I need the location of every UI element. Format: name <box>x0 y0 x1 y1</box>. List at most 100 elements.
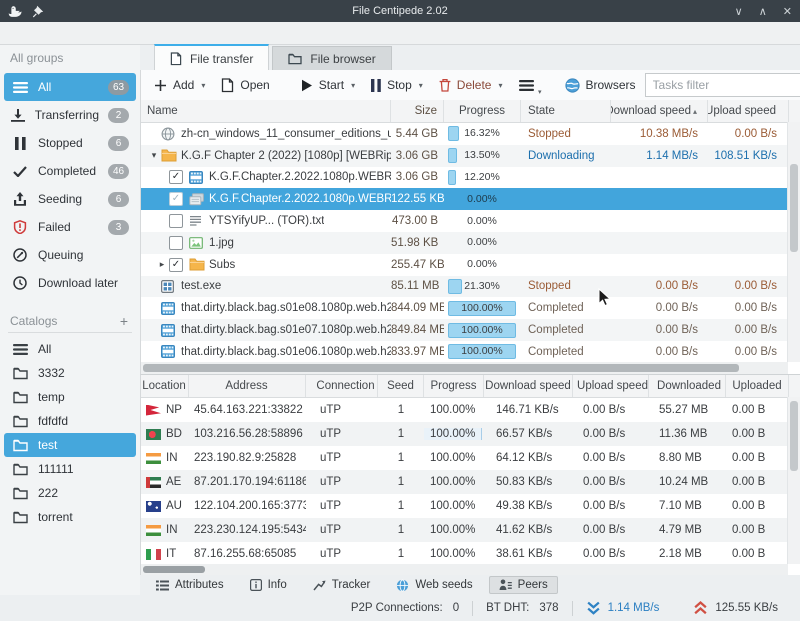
peer-row[interactable]: AE 87.201.170.194:61186 uTP 1 100.00% 50… <box>141 470 800 494</box>
column-header-download-speed[interactable]: Download speed ▴ <box>611 100 708 122</box>
catalog-item-111111[interactable]: 111111 <box>4 457 136 481</box>
catalog-item-torrent[interactable]: torrent <box>4 505 136 529</box>
menu-item-file[interactable] <box>8 31 26 35</box>
task-row[interactable]: 1.jpg 51.98 KB 0.00% <box>141 232 800 254</box>
column-header-size[interactable]: Size <box>391 100 444 122</box>
scrollbar-thumb[interactable] <box>790 401 798 471</box>
task-row[interactable]: zh-cn_windows_11_consumer_editions_upd··… <box>141 123 800 145</box>
column-header-upload-speed[interactable]: Upload speed <box>573 375 649 397</box>
expander-icon[interactable]: ▾ <box>147 150 161 161</box>
peer-connection: uTP <box>306 428 378 440</box>
peer-uploaded: 0.00 B <box>726 476 789 488</box>
column-header-address[interactable]: Address <box>189 375 306 397</box>
task-download-speed: 0.00 B/s <box>611 346 708 358</box>
column-header-download-speed[interactable]: Download speed ▴ <box>484 375 573 397</box>
sidebar-item-transferring[interactable]: Transferring 2 <box>4 101 136 129</box>
task-row[interactable]: that.dirty.black.bag.s01e08.1080p.web.h2… <box>141 297 800 319</box>
column-header-downloaded[interactable]: Downloaded <box>649 375 726 397</box>
task-row[interactable]: test.exe 85.11 MB 21.30% Stopped 0.00 B/… <box>141 276 800 298</box>
checkbox[interactable]: ✓ <box>169 192 183 206</box>
maximize-button[interactable]: ∧ <box>759 5 767 18</box>
peer-row[interactable]: NP 45.64.163.221:33822 uTP 1 100.00% 146… <box>141 398 800 422</box>
more-menu-button[interactable]: ▾ <box>512 76 542 95</box>
pin-icon[interactable] <box>33 5 44 18</box>
window-title: File Centipede 2.02 <box>0 5 800 17</box>
bottom-tab-attributes[interactable]: Attributes <box>146 576 234 594</box>
progress-bar: 16.32% <box>448 126 516 141</box>
scrollbar-thumb[interactable] <box>143 566 205 573</box>
task-row[interactable]: ▸ ✓ Subs 255.47 KB 0.00% <box>141 254 800 276</box>
column-header-progress[interactable]: Progress <box>444 100 521 122</box>
progress-bar: 0.00% <box>448 192 516 207</box>
column-header-uploaded[interactable]: Uploaded <box>726 375 789 397</box>
add-button[interactable]: Add ▾ <box>147 75 212 95</box>
peer-row[interactable]: AU 122.104.200.165:37738 uTP 1 100.00% 4… <box>141 494 800 518</box>
menu-item-view[interactable] <box>26 31 44 35</box>
column-header-upload-speed[interactable]: Upload speed <box>708 100 789 122</box>
task-row[interactable]: ✓ K.G.F.Chapter.2.2022.1080p.WEBRip.x···… <box>141 188 800 210</box>
catalog-item-temp[interactable]: temp <box>4 385 136 409</box>
sidebar-item-all[interactable]: All 63 <box>4 73 136 101</box>
peer-row[interactable]: IT 87.16.255.68:65085 uTP 1 100.00% 38.6… <box>141 542 800 566</box>
catalog-item-test[interactable]: test <box>4 433 136 457</box>
menu-item-tools[interactable] <box>44 31 62 35</box>
sidebar-item-download-later[interactable]: Download later <box>4 269 136 297</box>
menu-item-help[interactable] <box>80 31 98 35</box>
browsers-button[interactable]: Browsers <box>558 75 643 96</box>
chevron-down-icon: ▾ <box>201 81 205 90</box>
peer-row[interactable]: IN 223.230.124.195:54348 uTP 1 100.00% 4… <box>141 518 800 542</box>
column-header-progress[interactable]: Progress <box>424 375 484 397</box>
exe-icon <box>161 280 181 293</box>
delete-button[interactable]: Delete ▾ <box>432 75 510 95</box>
checkbox[interactable]: ✓ <box>169 170 183 184</box>
bottom-tab-peers[interactable]: Peers <box>489 576 558 594</box>
task-row[interactable]: ▾ K.G.F Chapter 2 (2022) [1080p] [WEBRip… <box>141 145 800 167</box>
minimize-button[interactable]: ∨ <box>735 5 743 18</box>
catalog-item-all[interactable]: All <box>4 337 136 361</box>
bottom-tab-web-seeds[interactable]: Web seeds <box>386 576 482 595</box>
sidebar-item-completed[interactable]: Completed 46 <box>4 157 136 185</box>
column-header-seed[interactable]: Seed <box>378 375 424 397</box>
column-header-state[interactable]: State <box>521 100 611 122</box>
task-row[interactable]: ✓ K.G.F.Chapter.2.2022.1080p.WEBRip.x···… <box>141 167 800 189</box>
add-catalog-button[interactable]: + <box>120 313 128 329</box>
checkbox[interactable] <box>169 236 183 250</box>
tab-file-browser[interactable]: File browser <box>272 46 391 70</box>
task-row[interactable]: that.dirty.black.bag.s01e07.1080p.web.h2… <box>141 319 800 341</box>
checkbox[interactable]: ✓ <box>169 258 183 272</box>
bottom-tab-info[interactable]: Info <box>240 576 297 594</box>
task-size: 3.06 GB <box>391 150 444 162</box>
peers-horizontal-scrollbar[interactable] <box>141 564 788 575</box>
tasks-horizontal-scrollbar[interactable] <box>141 362 788 374</box>
checkbox[interactable] <box>169 214 183 228</box>
menu-item-settings[interactable] <box>62 31 80 35</box>
sidebar-item-stopped[interactable]: Stopped 6 <box>4 129 136 157</box>
catalog-item-222[interactable]: 222 <box>4 481 136 505</box>
scrollbar-thumb[interactable] <box>143 364 739 372</box>
peer-upload-speed: 0.00 B/s <box>573 404 649 416</box>
tasks-filter-input[interactable] <box>646 74 800 96</box>
tasks-vertical-scrollbar[interactable] <box>787 122 800 362</box>
bottom-tab-tracker[interactable]: Tracker <box>303 576 381 594</box>
sidebar-item-queuing[interactable]: Queuing <box>4 241 136 269</box>
stop-button[interactable]: Stop ▾ <box>364 75 430 95</box>
open-button[interactable]: Open <box>214 75 276 96</box>
peers-vertical-scrollbar[interactable] <box>787 397 800 564</box>
start-button[interactable]: Start ▾ <box>293 75 362 95</box>
scrollbar-thumb[interactable] <box>790 164 798 252</box>
column-header-location[interactable]: Location <box>141 375 189 397</box>
peer-row[interactable]: BD 103.216.56.28:58896 uTP 1 100.00% 66.… <box>141 422 800 446</box>
catalog-item-fdfdfd[interactable]: fdfdfd <box>4 409 136 433</box>
sidebar-item-failed[interactable]: Failed 3 <box>4 213 136 241</box>
column-header-name[interactable]: Name <box>141 100 391 122</box>
close-button[interactable]: ✕ <box>783 5 792 18</box>
catalog-item-3332[interactable]: 3332 <box>4 361 136 385</box>
task-row[interactable]: that.dirty.black.bag.s01e06.1080p.web.h2… <box>141 341 800 363</box>
peer-row[interactable]: IN 223.190.82.9:25828 uTP 1 100.00% 64.1… <box>141 446 800 470</box>
column-header-connection[interactable]: Connection <box>306 375 378 397</box>
sidebar-item-seeding[interactable]: Seeding 6 <box>4 185 136 213</box>
task-row[interactable]: YTSYifyUP... (TOR).txt 473.00 B 0.00% <box>141 210 800 232</box>
task-upload-speed: 0.00 B/s <box>708 128 789 140</box>
tab-file-transfer[interactable]: File transfer <box>154 44 269 71</box>
expander-icon[interactable]: ▸ <box>155 259 169 270</box>
